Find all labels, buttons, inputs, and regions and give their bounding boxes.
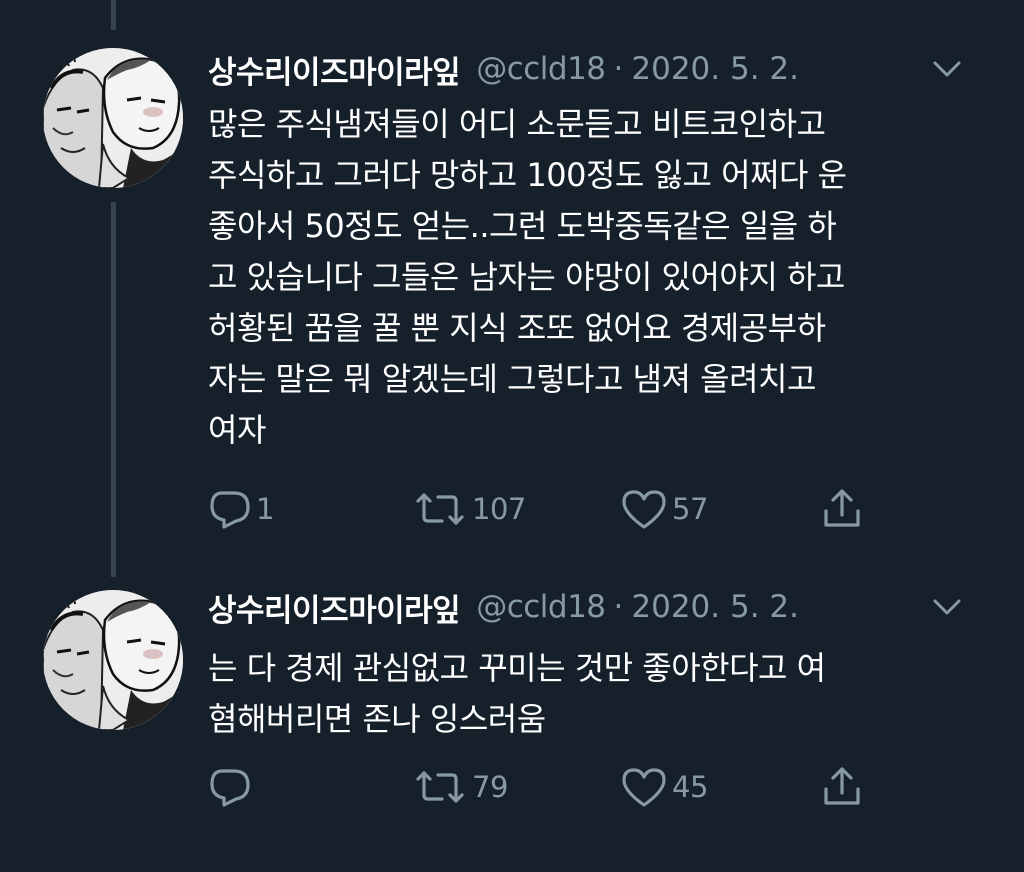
heart-icon xyxy=(622,490,666,529)
separator-dot: · xyxy=(613,589,624,625)
avatar[interactable] xyxy=(43,590,183,730)
retweet-count: 79 xyxy=(472,770,508,804)
chevron-down-icon[interactable] xyxy=(932,596,962,618)
tweet-header: 상수리이즈마이라잎 @ccld18 · 2020. 5. 2. xyxy=(208,46,984,92)
share-button[interactable] xyxy=(820,762,864,812)
display-name[interactable]: 상수리이즈마이라잎 xyxy=(208,47,461,92)
share-icon xyxy=(824,767,860,805)
retweet-button[interactable]: 107 xyxy=(412,484,526,534)
like-button[interactable]: 45 xyxy=(620,762,708,812)
avatar[interactable] xyxy=(43,48,183,188)
like-count: 45 xyxy=(672,770,708,804)
avatar-manga-drawing-icon xyxy=(43,590,183,730)
tweet-actions: 1 107 57 xyxy=(208,484,888,534)
tweet-date[interactable]: 2020. 5. 2. xyxy=(631,589,799,625)
tweet-text: 많은 주식냄져들이 어디 소문듣고 비트코인하고 주식하고 그러다 망하고 10… xyxy=(208,105,847,449)
share-icon xyxy=(824,489,860,527)
avatar-manga-drawing-icon xyxy=(43,48,183,188)
reply-icon xyxy=(210,769,250,807)
heart-icon xyxy=(622,768,666,807)
share-button[interactable] xyxy=(820,484,864,534)
tweet[interactable]: 상수리이즈마이라잎 @ccld18 · 2020. 5. 2. 많은 주식냄져들… xyxy=(0,0,1024,560)
reply-icon xyxy=(210,491,250,529)
tweet-text: 는 다 경제 관심없고 꾸미는 것만 좋아한다고 여 혐해버리면 존나 잉스러움 xyxy=(208,649,826,738)
user-handle[interactable]: @ccld18 xyxy=(476,51,606,87)
chevron-down-icon[interactable] xyxy=(932,58,962,80)
reply-button[interactable] xyxy=(208,762,256,812)
tweet-header: 상수리이즈마이라잎 @ccld18 · 2020. 5. 2. xyxy=(208,584,984,630)
like-button[interactable]: 57 xyxy=(620,484,708,534)
retweet-icon xyxy=(416,771,464,803)
reply-count: 1 xyxy=(256,492,274,526)
tweet-actions: 79 45 xyxy=(208,762,888,812)
retweet-button[interactable]: 79 xyxy=(412,762,508,812)
retweet-icon xyxy=(416,493,464,525)
tweet-date[interactable]: 2020. 5. 2. xyxy=(631,51,799,87)
display-name[interactable]: 상수리이즈마이라잎 xyxy=(208,585,461,630)
separator-dot: · xyxy=(613,51,624,87)
like-count: 57 xyxy=(672,492,708,526)
user-handle[interactable]: @ccld18 xyxy=(476,589,606,625)
reply-button[interactable]: 1 xyxy=(208,484,274,534)
twitter-thread-view: 상수리이즈마이라잎 @ccld18 · 2020. 5. 2. 많은 주식냄져들… xyxy=(0,0,1024,872)
retweet-count: 107 xyxy=(472,492,526,526)
tweet[interactable]: 상수리이즈마이라잎 @ccld18 · 2020. 5. 2. 는 다 경제 관… xyxy=(0,560,1024,872)
